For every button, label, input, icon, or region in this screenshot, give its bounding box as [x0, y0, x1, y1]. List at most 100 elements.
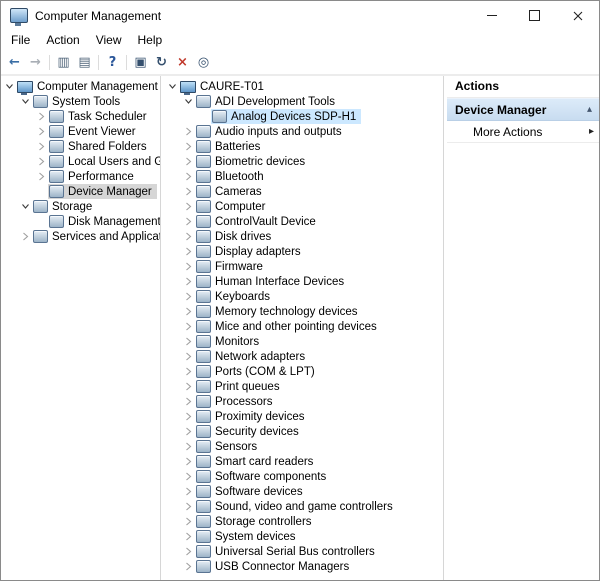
menu-file[interactable]: File [3, 31, 38, 49]
tree-item-display-adapters[interactable]: Display adapters [164, 244, 443, 259]
tree-item-analog-devices-sdp-h1[interactable]: Analog Devices SDP-H1 [164, 109, 443, 124]
tree-item-ports-com-lpt[interactable]: Ports (COM & LPT) [164, 364, 443, 379]
chevron-down-icon[interactable] [19, 94, 32, 109]
collapse-section-icon[interactable]: ▴ [587, 104, 592, 115]
tree-item-disk-management[interactable]: Disk Management [1, 214, 160, 229]
chevron-right-icon[interactable] [182, 184, 195, 199]
tree-item-shared-folders[interactable]: Shared Folders [1, 139, 160, 154]
tree-item-event-viewer[interactable]: Event Viewer [1, 124, 160, 139]
chevron-right-icon[interactable] [35, 124, 48, 139]
tree-item-firmware[interactable]: Firmware [164, 259, 443, 274]
menu-action[interactable]: Action [38, 31, 87, 49]
chevron-right-icon[interactable] [182, 244, 195, 259]
chevron-right-icon[interactable] [19, 229, 32, 244]
tree-item-system-tools[interactable]: System Tools [1, 94, 160, 109]
tree-item-security-devices[interactable]: Security devices [164, 424, 443, 439]
minimize-button[interactable] [470, 1, 513, 30]
tree-item-proximity-devices[interactable]: Proximity devices [164, 409, 443, 424]
forward-button[interactable]: → [25, 52, 46, 72]
chevron-right-icon[interactable] [182, 259, 195, 274]
tree-item-adi-development-tools[interactable]: ADI Development Tools [164, 94, 443, 109]
chevron-right-icon[interactable] [35, 154, 48, 169]
chevron-right-icon[interactable] [182, 229, 195, 244]
chevron-right-icon[interactable] [35, 169, 48, 184]
chevron-down-icon[interactable] [182, 94, 195, 109]
menu-view[interactable]: View [88, 31, 130, 49]
chevron-right-icon[interactable] [182, 544, 195, 559]
chevron-right-icon[interactable] [35, 139, 48, 154]
more-actions-item[interactable]: More Actions ▸ [447, 121, 599, 143]
tree-item-storage-controllers[interactable]: Storage controllers [164, 514, 443, 529]
chevron-right-icon[interactable] [182, 559, 195, 574]
chevron-right-icon[interactable] [182, 499, 195, 514]
tree-item-audio-inputs-and-outputs[interactable]: Audio inputs and outputs [164, 124, 443, 139]
tree-item-disk-drives[interactable]: Disk drives [164, 229, 443, 244]
refresh-button[interactable]: ↻ [151, 52, 172, 72]
chevron-right-icon[interactable] [182, 424, 195, 439]
uninstall-device-button[interactable]: × [172, 52, 193, 72]
chevron-right-icon[interactable] [182, 514, 195, 529]
tree-item-computer-management-local[interactable]: Computer Management (Local) [1, 79, 160, 94]
back-button[interactable]: ← [4, 52, 25, 72]
tree-item-bluetooth[interactable]: Bluetooth [164, 169, 443, 184]
chevron-right-icon[interactable] [182, 124, 195, 139]
tree-item-print-queues[interactable]: Print queues [164, 379, 443, 394]
chevron-down-icon[interactable] [19, 199, 32, 214]
menu-help[interactable]: Help [130, 31, 171, 49]
chevron-right-icon[interactable] [182, 319, 195, 334]
chevron-right-icon[interactable] [182, 169, 195, 184]
update-driver-button[interactable]: ▣ [130, 52, 151, 72]
tree-item-sensors[interactable]: Sensors [164, 439, 443, 454]
chevron-down-icon[interactable] [166, 79, 179, 94]
tree-item-task-scheduler[interactable]: Task Scheduler [1, 109, 160, 124]
show-console-tree-button[interactable]: ▥ [53, 52, 74, 72]
chevron-right-icon[interactable] [182, 394, 195, 409]
chevron-right-icon[interactable] [182, 214, 195, 229]
tree-item-keyboards[interactable]: Keyboards [164, 289, 443, 304]
tree-item-software-devices[interactable]: Software devices [164, 484, 443, 499]
properties-button[interactable]: ▤ [74, 52, 95, 72]
tree-item-usb-connector-managers[interactable]: USB Connector Managers [164, 559, 443, 574]
chevron-right-icon[interactable] [182, 349, 195, 364]
chevron-right-icon[interactable] [182, 154, 195, 169]
tree-item-computer[interactable]: Computer [164, 199, 443, 214]
tree-item-mice-and-other-pointing-devices[interactable]: Mice and other pointing devices [164, 319, 443, 334]
tree-item-processors[interactable]: Processors [164, 394, 443, 409]
chevron-right-icon[interactable] [182, 304, 195, 319]
tree-item-cameras[interactable]: Cameras [164, 184, 443, 199]
tree-item-controlvault-device[interactable]: ControlVault Device [164, 214, 443, 229]
tree-item-performance[interactable]: Performance [1, 169, 160, 184]
chevron-right-icon[interactable] [182, 274, 195, 289]
tree-item-smart-card-readers[interactable]: Smart card readers [164, 454, 443, 469]
tree-item-universal-serial-bus-controllers[interactable]: Universal Serial Bus controllers [164, 544, 443, 559]
tree-item-memory-technology-devices[interactable]: Memory technology devices [164, 304, 443, 319]
chevron-down-icon[interactable] [3, 79, 16, 94]
maximize-button[interactable] [513, 1, 556, 30]
tree-item-sound-video-and-game-controllers[interactable]: Sound, video and game controllers [164, 499, 443, 514]
chevron-right-icon[interactable] [182, 529, 195, 544]
chevron-right-icon[interactable] [182, 139, 195, 154]
chevron-right-icon[interactable] [182, 334, 195, 349]
chevron-right-icon[interactable] [182, 379, 195, 394]
actions-section-device-manager[interactable]: Device Manager ▴ [447, 98, 599, 121]
tree-item-caure-t01[interactable]: CAURE-T01 [164, 79, 443, 94]
tree-item-storage[interactable]: Storage [1, 199, 160, 214]
tree-item-human-interface-devices[interactable]: Human Interface Devices [164, 274, 443, 289]
tree-item-monitors[interactable]: Monitors [164, 334, 443, 349]
scan-hardware-changes-button[interactable]: ◎ [193, 52, 214, 72]
tree-item-biometric-devices[interactable]: Biometric devices [164, 154, 443, 169]
tree-item-device-manager[interactable]: Device Manager [1, 184, 160, 199]
tree-item-system-devices[interactable]: System devices [164, 529, 443, 544]
help-button[interactable]: ? [102, 52, 123, 72]
chevron-right-icon[interactable] [182, 364, 195, 379]
chevron-right-icon[interactable] [182, 409, 195, 424]
tree-item-services-and-applications[interactable]: Services and Applications [1, 229, 160, 244]
chevron-right-icon[interactable] [182, 199, 195, 214]
title-bar[interactable]: Computer Management [1, 1, 599, 30]
chevron-right-icon[interactable] [182, 484, 195, 499]
tree-item-local-users-and-groups[interactable]: Local Users and Groups [1, 154, 160, 169]
chevron-right-icon[interactable] [182, 454, 195, 469]
close-button[interactable] [556, 1, 599, 30]
tree-item-software-components[interactable]: Software components [164, 469, 443, 484]
tree-item-batteries[interactable]: Batteries [164, 139, 443, 154]
